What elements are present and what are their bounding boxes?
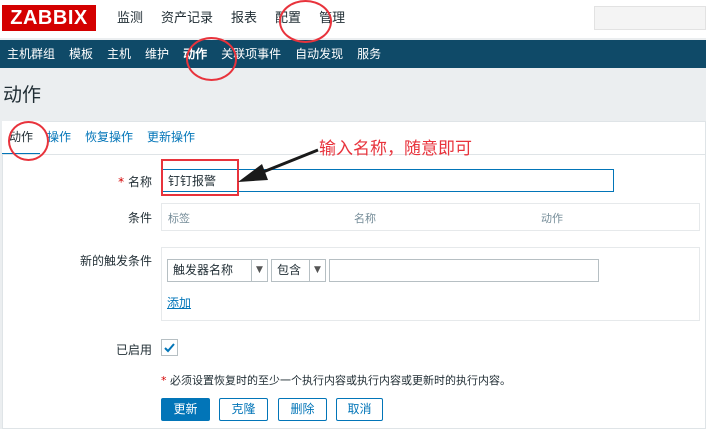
annotation-arrow-icon [238, 148, 319, 182]
annotation-text: 输入名称，随意即可 [319, 139, 472, 159]
